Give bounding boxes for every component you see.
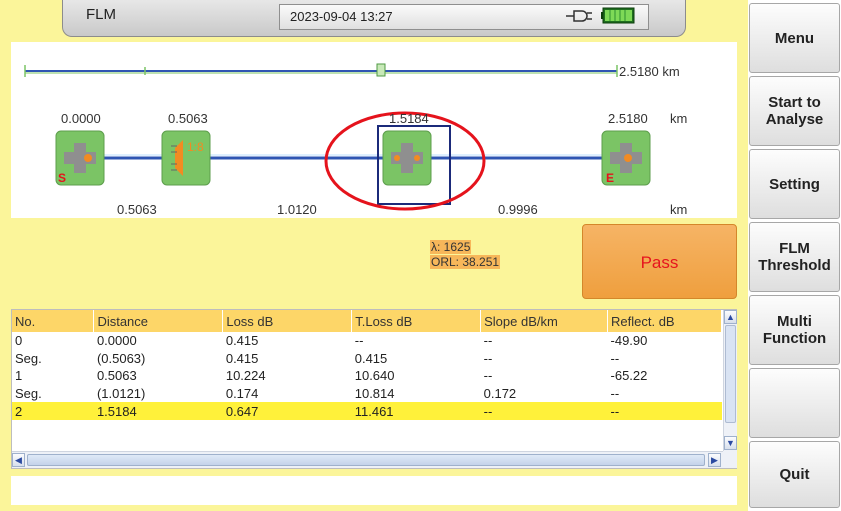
table-cell: 0.0000 (96, 333, 137, 349)
column-header-total-loss[interactable]: T.Loss dB (351, 310, 482, 332)
table-cell: 10.814 (354, 386, 395, 402)
table-cell: 0 (15, 333, 23, 349)
table-cell: 0.415 (354, 350, 388, 366)
table-cell: Seg. (15, 350, 42, 366)
segment-length-label: 0.9996 (498, 202, 538, 217)
table-cell: -- (483, 368, 493, 384)
end-marker-label: E (606, 171, 615, 185)
scroll-up-icon[interactable]: ▲ (724, 310, 737, 324)
table-cell: -- (610, 350, 620, 366)
side-menu: Menu Start to Analyse Setting FLM Thresh… (748, 0, 841, 511)
column-header-reflectance[interactable]: Reflect. dB (607, 310, 722, 332)
menu-button[interactable]: Menu (749, 3, 840, 73)
setting-button[interactable]: Setting (749, 149, 840, 219)
table-cell: 0.174 (225, 386, 259, 402)
table-row[interactable]: 0 0.0000 0.415 -- -- -49.90 (12, 332, 722, 350)
table-cell: 1 (15, 368, 23, 384)
multi-function-button[interactable]: Multi Function (749, 295, 840, 365)
table-row[interactable]: Seg. (0.5063) 0.415 0.415 -- -- (12, 350, 722, 368)
table-cell: 0.172 (483, 386, 517, 402)
table-cell: -49.90 (610, 333, 648, 349)
horizontal-scroll-thumb[interactable] (27, 454, 705, 466)
orl-value: ORL: 38.251 (430, 255, 501, 269)
column-header-distance[interactable]: Distance (93, 310, 224, 332)
datetime-display: 2023-09-04 13:27 (279, 4, 649, 30)
flm-app: FLM 2023-09-04 13:27 2.5180 km 0.0000 0.… (0, 0, 748, 511)
table-cell: 0.647 (222, 402, 352, 420)
column-header-slope[interactable]: Slope dB/km (480, 310, 609, 332)
app-title: FLM (86, 6, 116, 23)
wavelength-value: λ: 1625 (430, 240, 472, 254)
event-position-label: 0.5063 (168, 111, 208, 126)
table-cell: 2 (12, 402, 94, 420)
position-unit-label: km (670, 111, 688, 126)
table-cell: -- (480, 402, 608, 420)
status-bar (11, 476, 737, 505)
table-cell: (0.5063) (96, 350, 146, 366)
title-bar: FLM 2023-09-04 13:27 (0, 0, 748, 42)
scroll-left-icon[interactable]: ◀ (12, 453, 25, 467)
table-cell: -65.22 (610, 368, 648, 384)
column-header-no[interactable]: No. (12, 310, 95, 332)
table-row[interactable]: 1 0.5063 10.224 10.640 -- -65.22 (12, 367, 722, 385)
table-cell: -- (610, 386, 620, 402)
battery-icon (601, 7, 635, 24)
overview-position-marker[interactable] (376, 63, 386, 77)
pass-result-badge[interactable]: Pass (582, 224, 737, 299)
event-table: No. Distance Loss dB T.Loss dB Slope dB/… (12, 310, 722, 420)
table-row[interactable]: Seg. (1.0121) 0.174 10.814 0.172 -- (12, 385, 722, 403)
table-cell: Seg. (15, 386, 42, 402)
fiber-map-panel: 2.5180 km 0.0000 0.5063 1.5184 2.5180 km… (11, 42, 737, 218)
start-marker-label: S (58, 171, 67, 185)
table-cell: -- (483, 333, 493, 349)
event-position-label: 0.0000 (61, 111, 101, 126)
event-position-label: 1.5184 (389, 111, 429, 126)
vertical-scroll-thumb[interactable] (725, 325, 736, 423)
vertical-scrollbar[interactable]: ▲ ▼ (723, 310, 737, 451)
total-distance-label: 2.5180 km (619, 64, 680, 79)
scroll-right-icon[interactable]: ▶ (708, 453, 721, 467)
flm-threshold-button[interactable]: FLM Threshold (749, 222, 840, 292)
segment-length-label: 0.5063 (117, 202, 157, 217)
scroll-down-icon[interactable]: ▼ (724, 436, 737, 450)
table-cell: -- (483, 350, 493, 366)
table-cell: 10.224 (225, 368, 266, 384)
table-cell: 0.5063 (96, 368, 137, 384)
resize-grip-icon[interactable] (723, 451, 737, 468)
horizontal-scrollbar[interactable]: ◀ ▶ (12, 451, 723, 468)
overview-bar (24, 65, 618, 77)
segment-length-label: 1.0120 (277, 202, 317, 217)
table-cell: -- (607, 402, 722, 420)
quit-button[interactable]: Quit (749, 441, 840, 508)
start-analyse-button[interactable]: Start to Analyse (749, 76, 840, 146)
table-cell: 11.461 (351, 402, 481, 420)
segment-unit-label: km (670, 202, 688, 217)
table-cell: -- (354, 333, 364, 349)
column-header-loss[interactable]: Loss dB (222, 310, 353, 332)
table-cell: 0.415 (225, 350, 259, 366)
empty-menu-button[interactable] (749, 368, 840, 438)
connector-event-selected[interactable] (377, 125, 451, 205)
event-table-panel: No. Distance Loss dB T.Loss dB Slope dB/… (11, 309, 737, 469)
ac-plug-icon (566, 10, 592, 22)
table-header-row: No. Distance Loss dB T.Loss dB Slope dB/… (12, 310, 722, 332)
table-cell: (1.0121) (96, 386, 146, 402)
table-row-selected[interactable]: 2 1.5184 0.647 11.461 -- -- (12, 402, 722, 420)
splitter-ratio-label: 1:8 (187, 140, 204, 154)
table-cell: 10.640 (354, 368, 395, 384)
event-position-label: 2.5180 (608, 111, 648, 126)
table-cell: 0.415 (225, 333, 259, 349)
table-cell: 1.5184 (93, 402, 223, 420)
